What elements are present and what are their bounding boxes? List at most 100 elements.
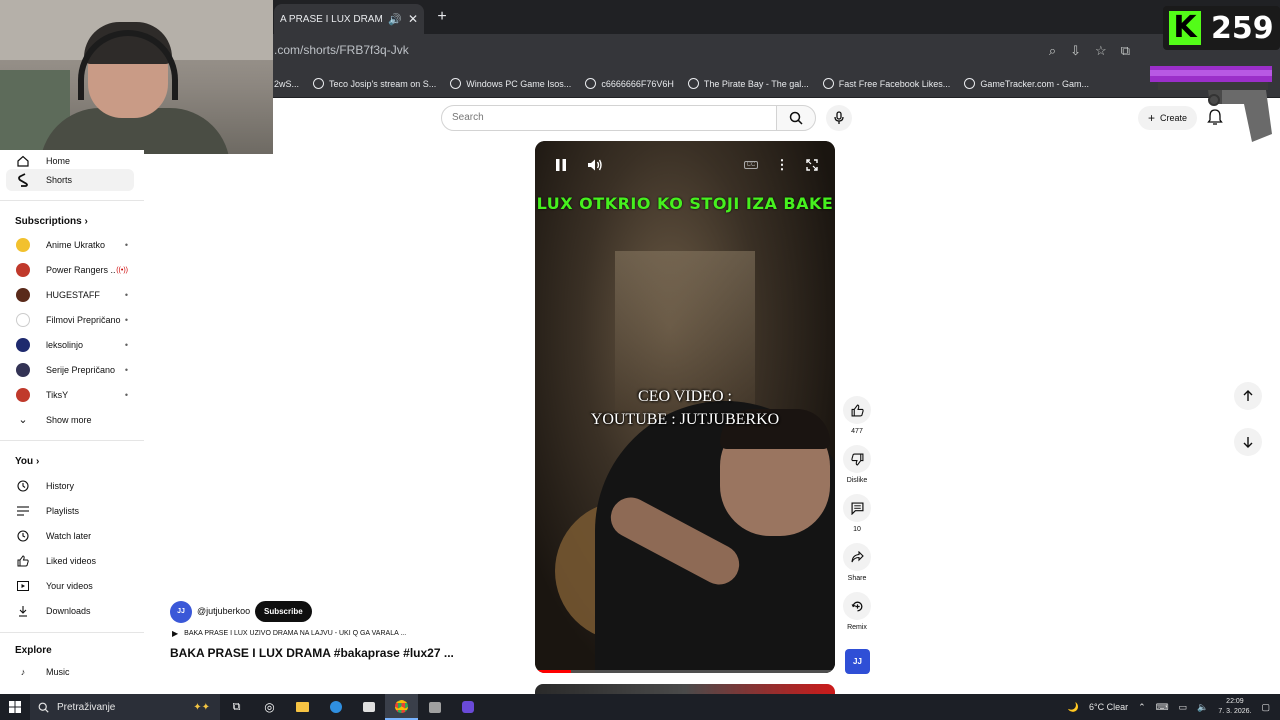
like-button[interactable] <box>843 396 871 424</box>
subscription-item[interactable]: HUGESTAFF • <box>6 284 134 306</box>
webcam-overlay <box>0 0 273 154</box>
subscription-item[interactable]: Serije Prepričano • <box>6 359 134 381</box>
edge-icon[interactable] <box>319 694 352 720</box>
chevron-up-icon[interactable]: ⌃ <box>1138 702 1146 713</box>
keyboard-icon[interactable]: ⌨ <box>1156 702 1169 713</box>
chrome-icon[interactable] <box>385 694 418 720</box>
remix-button[interactable] <box>843 592 871 620</box>
voice-search-button[interactable] <box>826 105 852 131</box>
search-button[interactable] <box>776 105 816 131</box>
chevron-right-icon: › <box>84 216 88 227</box>
you-header[interactable]: You › <box>15 456 39 467</box>
video-progress-bar[interactable] <box>535 670 835 673</box>
volume-icon[interactable]: 🔈 <box>1197 702 1208 713</box>
shorts-video-player[interactable]: CC ⋮ LUX OTKRIO KO STOJI IZA BAKE CEO VI… <box>535 141 835 673</box>
playlist-link[interactable]: ▶ BAKA PRASE I LUX UZIVO DRAMA NA LAJVU … <box>172 629 406 638</box>
comments-action[interactable]: 10 <box>843 494 871 533</box>
star-icon[interactable]: ☆ <box>1095 43 1107 59</box>
new-tab-button[interactable]: + <box>433 8 451 26</box>
kick-count: 259 <box>1211 10 1274 46</box>
globe-icon <box>687 78 699 89</box>
sidebar-item-liked-videos[interactable]: Liked videos <box>6 550 134 572</box>
channel-avatar[interactable]: JJ <box>170 601 192 623</box>
subscribe-button[interactable]: Subscribe <box>255 601 312 622</box>
comments-button[interactable] <box>843 494 871 522</box>
bookmark-item[interactable]: Fast Free Facebook Likes... <box>822 78 950 89</box>
steam-icon[interactable]: ◎ <box>253 694 286 720</box>
channel-handle[interactable]: @jutjuberkoo <box>197 606 250 616</box>
play-icon: ▶ <box>172 629 179 638</box>
volume-icon <box>588 159 602 171</box>
kick-viewer-badge: K 259 <box>1163 6 1280 50</box>
search-input[interactable]: Search <box>441 105 777 131</box>
channel-thumbnail[interactable]: JJ <box>845 649 870 674</box>
subscription-item[interactable]: TiksY • <box>6 384 134 406</box>
taskbar-search[interactable]: Pretraživanje ✦✦ <box>30 694 220 720</box>
video-title[interactable]: BAKA PRASE I LUX DRAMA #bakaprase #lux27… <box>170 646 454 660</box>
file-explorer-icon[interactable] <box>286 694 319 720</box>
notification-icon[interactable]: ▢ <box>1261 702 1270 713</box>
volume-button[interactable] <box>585 155 605 175</box>
store-icon[interactable] <box>352 694 385 720</box>
network-icon[interactable]: ▭ <box>1179 702 1188 713</box>
sidebar-item-music[interactable]: ♪ Music <box>6 661 134 683</box>
fullscreen-icon <box>806 159 818 171</box>
zoom-icon[interactable]: ⌕ <box>1049 43 1056 59</box>
clock[interactable]: 22:09 7. 3. 2026. <box>1218 697 1251 717</box>
windows-icon <box>9 701 21 713</box>
subscription-item[interactable]: Filmovi Prepričano • <box>6 309 134 331</box>
close-icon[interactable]: ✕ <box>408 12 418 26</box>
dislike-button[interactable] <box>843 445 871 473</box>
video-caption: CEO VIDEO : YOUTUBE : JUTJUBERKO <box>535 385 835 431</box>
weather-text[interactable]: 6°C Clear <box>1089 702 1128 712</box>
search-icon <box>789 111 803 125</box>
bookmark-item[interactable]: Teco Josip's stream on S... <box>313 78 436 89</box>
clock-icon <box>16 529 30 543</box>
new-content-dot: • <box>124 340 128 350</box>
new-content-dot: • <box>124 390 128 400</box>
start-button[interactable] <box>0 694 30 720</box>
globe-icon <box>585 78 597 89</box>
app-icon[interactable] <box>418 694 451 720</box>
share-action[interactable]: Share <box>843 543 871 582</box>
install-icon[interactable]: ⇩ <box>1070 43 1081 59</box>
sidebar-item-label: Home <box>46 156 71 166</box>
show-more-button[interactable]: ⌄ Show more <box>6 409 134 431</box>
next-short-button[interactable] <box>1234 428 1262 456</box>
extensions-icon[interactable]: ⧉ <box>1121 43 1130 59</box>
music-note-icon: ♪ <box>20 667 26 677</box>
divider <box>0 440 144 441</box>
subscriptions-header[interactable]: Subscriptions › <box>15 216 88 227</box>
pause-button[interactable] <box>551 155 571 175</box>
bookmark-item[interactable]: Windows PC Game Isos... <box>450 78 571 89</box>
sidebar-item-playlists[interactable]: Playlists <box>6 500 134 522</box>
share-button[interactable] <box>843 543 871 571</box>
dislike-label: Dislike <box>846 477 868 484</box>
previous-short-button[interactable] <box>1234 382 1262 410</box>
task-view-icon[interactable]: ⧉ <box>220 694 253 720</box>
live-icon: ((•)) <box>116 266 128 274</box>
app-icon[interactable] <box>451 694 484 720</box>
address-bar[interactable]: .com/shorts/FRB7f3q-Jvk <box>274 43 409 57</box>
bookmark-item[interactable]: 2wS... <box>274 79 299 89</box>
browser-tab-active[interactable]: A PRASE I LUX DRAMA #bak 🔊 ✕ <box>274 4 424 34</box>
more-options-button[interactable]: ⋮ <box>772 155 792 175</box>
like-action[interactable]: 477 <box>843 396 871 435</box>
subscription-item[interactable]: Power Rangers ... ((•)) <box>6 259 134 281</box>
sidebar-item-downloads[interactable]: Downloads <box>6 600 134 622</box>
subscription-item[interactable]: leksolinjo • <box>6 334 134 356</box>
dislike-action[interactable]: Dislike <box>843 445 871 484</box>
remix-action[interactable]: Remix <box>843 592 871 631</box>
speaker-icon[interactable]: 🔊 <box>388 13 402 26</box>
sidebar-item-history[interactable]: History <box>6 475 134 497</box>
sidebar-item-your-videos[interactable]: Your videos <box>6 575 134 597</box>
bookmark-item[interactable]: The Pirate Bay - The gal... <box>687 78 809 89</box>
sidebar-item-watch-later[interactable]: Watch later <box>6 525 134 547</box>
bookmark-item[interactable]: GameTracker.com - Gam... <box>964 78 1089 89</box>
sidebar-item-shorts[interactable]: Shorts <box>6 169 134 191</box>
fullscreen-button[interactable] <box>802 155 822 175</box>
thumbs-up-icon <box>16 554 30 568</box>
bookmark-item[interactable]: c6666666F76V6H <box>585 78 674 89</box>
captions-button[interactable]: CC <box>741 155 761 175</box>
subscription-item[interactable]: Anime Ukratko • <box>6 234 134 256</box>
